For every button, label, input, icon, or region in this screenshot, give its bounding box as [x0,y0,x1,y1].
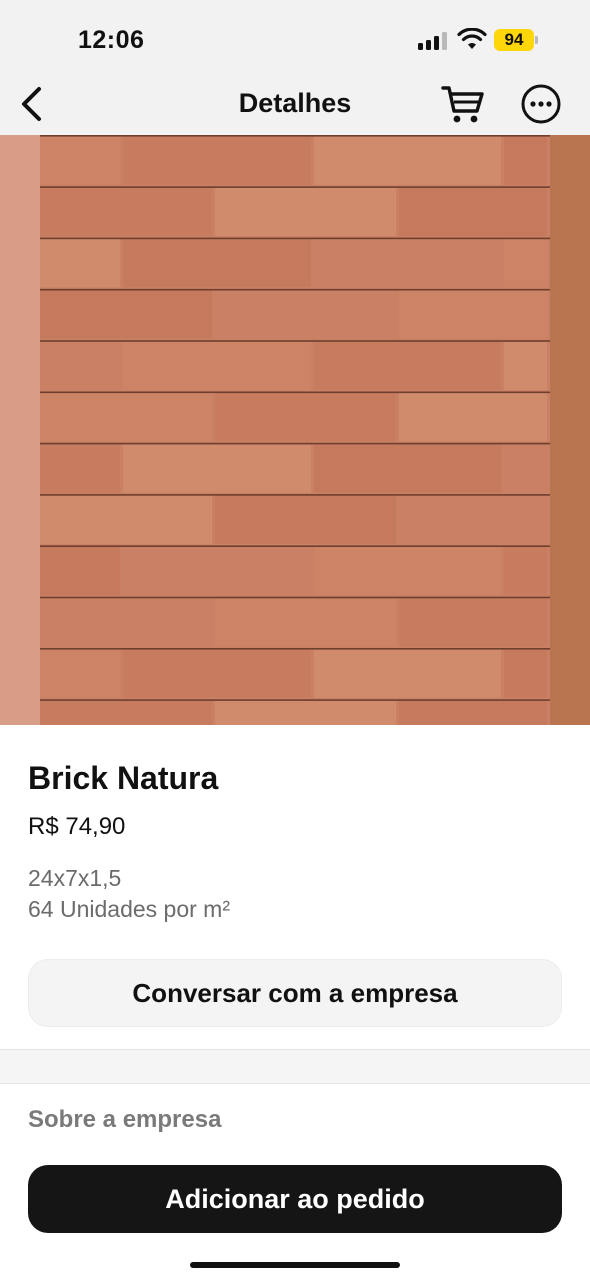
brick [215,187,396,237]
navigation-bar: Detalhes [0,74,590,135]
brick [399,700,547,725]
brick [215,598,396,647]
brick [40,136,120,185]
brick [215,700,396,725]
brick [399,187,547,237]
brick [399,495,547,544]
brick [504,546,547,596]
image-side-left [0,135,40,725]
brick [40,290,212,339]
brick [123,136,311,185]
brick [123,239,311,288]
mortar-line [40,237,550,240]
brick [40,444,120,493]
brick [399,393,547,442]
brick [314,341,501,390]
mortar-line [40,288,550,291]
more-options-button[interactable] [520,83,562,125]
brick [40,649,120,698]
mortar-line [40,135,550,137]
cart-button[interactable] [440,82,486,126]
chat-with-company-button[interactable]: Conversar com a empresa [28,959,562,1027]
section-divider [0,1049,590,1084]
brick [123,444,311,493]
product-name: Brick Natura [28,760,219,796]
product-units-per-m2: 64 Unidades por m² [28,896,230,922]
status-bar: 12:06 94 [0,0,590,74]
brick [504,136,547,185]
brick [314,136,501,185]
mortar-line [40,699,550,701]
brick [40,700,212,725]
page-title: Detalhes [238,88,352,118]
battery-icon: 94 [494,29,540,51]
product-image[interactable] [0,135,590,725]
image-side-right [550,135,590,725]
mortar-line [40,545,550,547]
brick [215,393,396,442]
mortar-line [40,340,550,342]
brick [40,598,212,647]
mortar-line [40,648,550,650]
brick [40,393,212,442]
home-indicator [190,1262,400,1268]
brick-wall-image [0,135,590,725]
mortar-line [40,596,550,599]
about-company-link[interactable]: Sobre a empresa [28,1106,221,1134]
product-price: R$ 74,90 [28,813,126,840]
brick [399,290,547,339]
brick [123,649,311,698]
mortar-line [40,442,550,445]
add-to-order-button[interactable]: Adicionar ao pedido [28,1165,562,1233]
brick [399,598,547,647]
battery-level: 94 [504,30,524,49]
brick [40,495,212,544]
brick [215,495,396,544]
brick [40,187,212,237]
brick [40,546,120,596]
brick [314,546,501,596]
mortar-line [40,391,550,394]
brick [504,239,547,288]
brick [504,444,547,493]
cellular-signal-icon [418,32,448,50]
mortar-line [40,186,550,188]
brick [314,649,501,698]
more-options-icon [521,84,561,124]
brick [215,290,396,339]
mortar-line [40,494,550,496]
product-dimensions: 24x7x1,5 [28,865,122,891]
cart-icon [441,86,484,123]
brick [123,546,311,596]
status-time: 12:06 [78,26,145,54]
wifi-icon [457,28,487,49]
brick [314,239,501,288]
brick [40,239,120,288]
brick [123,341,311,390]
brick [504,649,547,698]
brick [314,444,501,493]
battery-tip [535,36,538,44]
brick [40,341,120,390]
brick [504,341,547,390]
